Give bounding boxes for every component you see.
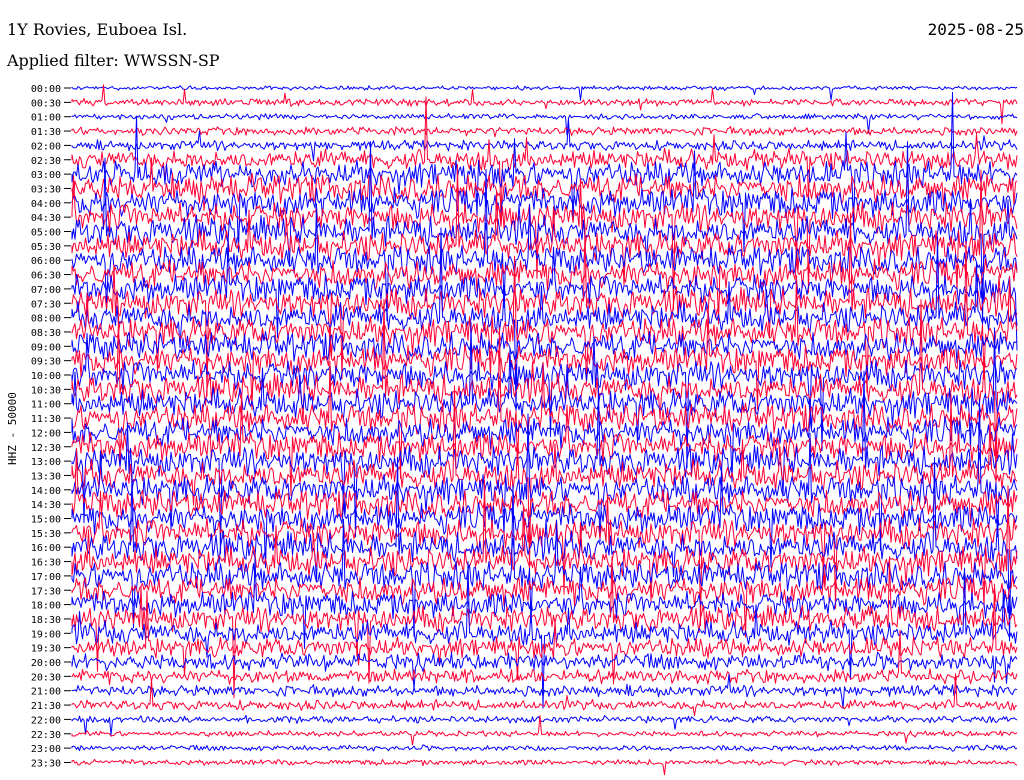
tick-label: 08:00	[31, 314, 61, 325]
trace-line	[71, 126, 1018, 138]
trace-line	[71, 744, 1018, 752]
tick-label: 21:30	[31, 701, 61, 712]
tick-label: 06:30	[31, 271, 61, 282]
tick-label: 04:30	[31, 213, 61, 224]
tick-label: 03:00	[31, 170, 61, 181]
tick-label: 07:30	[31, 299, 61, 310]
tick-label: 02:30	[31, 156, 61, 167]
seismogram-traces: 00:00 00:30 01:00 01:30 02:00 02:30 03:00 03:30…	[31, 84, 1018, 776]
tick-label: 05:30	[31, 242, 61, 253]
tick-label: 03:30	[31, 184, 61, 195]
tick-label: 22:30	[31, 730, 61, 741]
tick-label: 23:00	[31, 744, 61, 755]
tick-label: 12:30	[31, 443, 61, 454]
tick-label: 09:30	[31, 357, 61, 368]
tick-label: 10:00	[31, 371, 61, 382]
tick-label: 10:30	[31, 385, 61, 396]
tick-label: 19:30	[31, 644, 61, 655]
tick-label: 21:00	[31, 687, 61, 698]
tick-label: 01:30	[31, 127, 61, 138]
tick-label: 16:00	[31, 543, 61, 554]
tick-label: 08:30	[31, 328, 61, 339]
tick-label: 14:30	[31, 500, 61, 511]
tick-label: 22:00	[31, 715, 61, 726]
tick-label: 14:00	[31, 486, 61, 497]
tick-label: 04:00	[31, 199, 61, 210]
tick-label: 20:00	[31, 658, 61, 669]
tick-label: 15:00	[31, 515, 61, 526]
tick-label: 05:00	[31, 228, 61, 239]
tick-label: 23:30	[31, 758, 61, 769]
tick-label: 12:00	[31, 428, 61, 439]
tick-label: 16:30	[31, 558, 61, 569]
tick-label: 20:30	[31, 672, 61, 683]
helicorder-plot: 1Y Rovies, Euboea Isl. Applied filter: W…	[0, 0, 1024, 780]
tick-label: 01:00	[31, 113, 61, 124]
tick-label: 18:30	[31, 615, 61, 626]
tick-label: 02:00	[31, 141, 61, 152]
trace-line	[71, 113, 1018, 136]
trace-line	[71, 714, 1018, 736]
tick-label: 11:30	[31, 414, 61, 425]
tick-label: 13:00	[31, 457, 61, 468]
tick-label: 17:00	[31, 572, 61, 583]
trace-line	[71, 119, 1018, 162]
trace-line	[71, 758, 1018, 776]
tick-label: 00:00	[31, 84, 61, 95]
tick-label: 17:30	[31, 586, 61, 597]
tick-label: 13:30	[31, 471, 61, 482]
tick-label: 19:00	[31, 629, 61, 640]
tick-label: 06:00	[31, 256, 61, 267]
tick-label: 07:00	[31, 285, 61, 296]
tick-label: 00:30	[31, 98, 61, 109]
tick-label: 11:00	[31, 400, 61, 411]
tick-label: 09:00	[31, 342, 61, 353]
tick-label: 15:30	[31, 529, 61, 540]
tick-label: 18:00	[31, 601, 61, 612]
trace-line	[71, 85, 1018, 101]
